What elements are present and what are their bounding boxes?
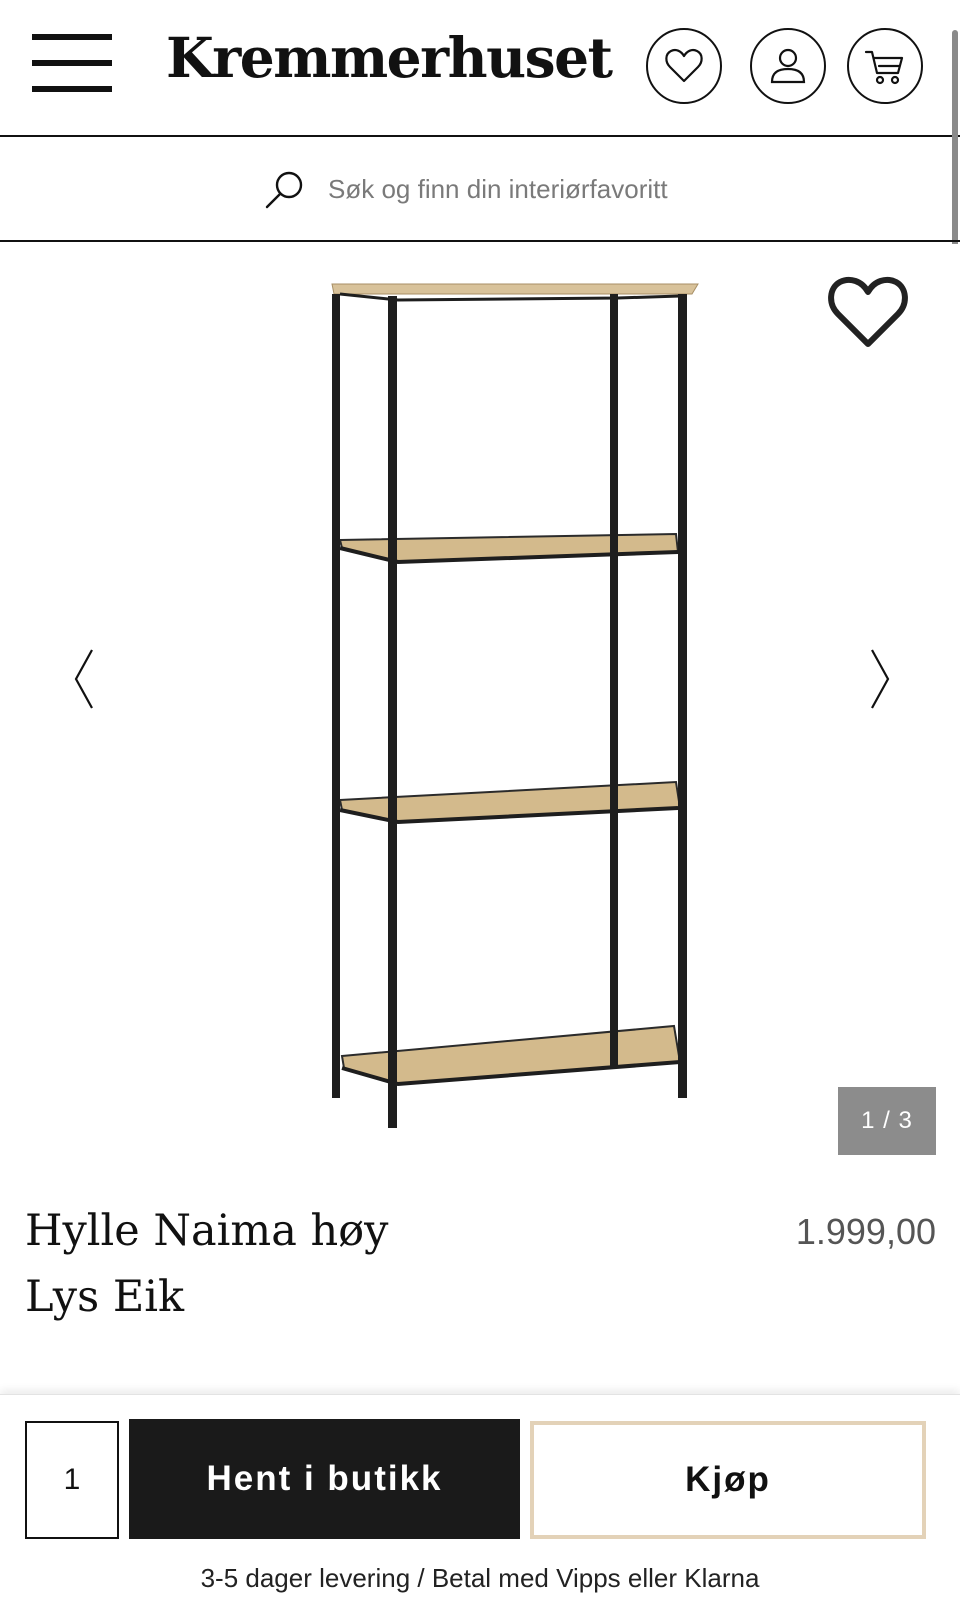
cart-icon [864,50,904,85]
search-icon[interactable] [262,168,306,212]
delivery-info: 3-5 dager levering / Betal med Vipps ell… [200,1563,760,1593]
product-title: Hylle Naima høy Lys Eik [25,1198,585,1330]
product-title-line1: Hylle Naima høy [25,1206,389,1256]
user-icon [770,48,806,84]
purchase-bar: Hent i butikk Kjøp 3-5 dager levering / … [0,1394,960,1609]
buy-button[interactable]: Kjøp [530,1421,926,1539]
add-to-favorites-icon[interactable] [826,274,910,350]
pickup-in-store-button[interactable]: Hent i butikk [129,1419,520,1539]
product-price: 1.999,00 [795,1211,936,1252]
product-image[interactable] [320,262,720,1142]
product-gallery: 1 / 3 [0,244,960,1164]
account-button[interactable] [750,28,826,104]
menu-icon[interactable] [32,34,112,94]
heart-icon [665,48,703,83]
cart-button[interactable] [847,28,923,104]
product-title-line2: Lys Eik [25,1272,185,1322]
chevron-left-icon[interactable] [64,644,104,714]
chevron-right-icon[interactable] [860,644,900,714]
quantity-input[interactable] [25,1421,119,1539]
site-logo[interactable]: Kremmerhuset [166,30,613,85]
image-counter: 1 / 3 [838,1087,936,1155]
favorites-button[interactable] [646,28,722,104]
search-bar [0,139,960,242]
search-input[interactable] [328,174,708,205]
site-header: Kremmerhuset [0,0,960,137]
